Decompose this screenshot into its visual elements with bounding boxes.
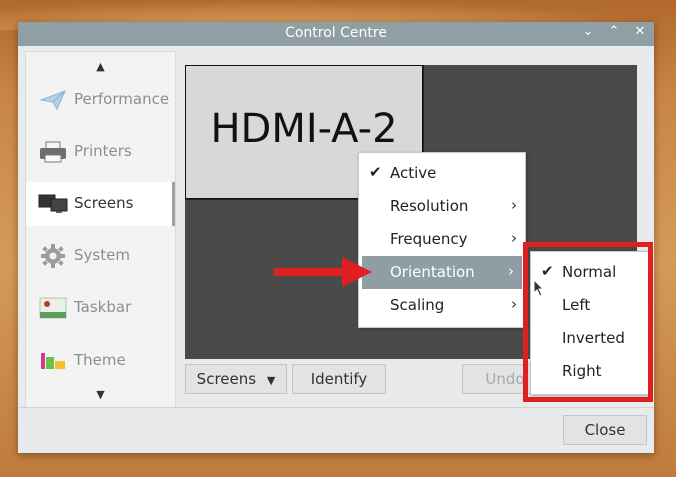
menu-item-orientation[interactable]: Orientation › (362, 256, 522, 289)
menu-item-frequency[interactable]: Frequency › (359, 223, 525, 256)
chevron-right-icon: › (508, 262, 514, 280)
taskbar-icon (39, 297, 67, 319)
printer-icon (40, 141, 66, 163)
sidebar-item-label: System (74, 246, 130, 264)
screens-button-label: Screens (196, 370, 257, 388)
window-title: Control Centre (285, 25, 387, 41)
sidebar-item-label: Screens (74, 194, 134, 212)
sidebar-item-label: Taskbar (74, 298, 132, 316)
paper-plane-icon (39, 90, 66, 111)
chevron-right-icon: › (511, 229, 517, 247)
annotation-arrow-icon (274, 257, 372, 287)
menu-item-scaling[interactable]: Scaling › (359, 289, 525, 322)
sidebar-scroll-up-button[interactable]: ▲ (26, 60, 175, 73)
chevron-right-icon: › (511, 295, 517, 313)
context-menu: ✔ Active Resolution › Frequency › Orient… (358, 152, 526, 328)
sidebar-item-theme[interactable]: Theme (26, 339, 175, 383)
sidebar-item-label: Performance (74, 90, 170, 108)
menu-item-label: Resolution (390, 197, 469, 215)
maximize-button[interactable]: ⌃ (605, 24, 623, 44)
sidebar-item-label: Printers (74, 142, 132, 160)
menu-item-resolution[interactable]: Resolution › (359, 190, 525, 223)
gear-icon (41, 244, 65, 268)
menu-item-label: Scaling (390, 296, 445, 314)
title-bar: Control Centre ⌄ ⌃ ✕ (18, 22, 654, 46)
annotation-highlight-box (523, 242, 653, 402)
menu-item-label: Active (390, 164, 437, 182)
sidebar-item-system[interactable]: System (26, 234, 175, 278)
divider (18, 407, 654, 408)
chevron-right-icon: › (511, 196, 517, 214)
sidebar-item-label: Theme (74, 351, 126, 369)
menu-item-label: Orientation (390, 263, 475, 281)
close-window-button[interactable]: ✕ (631, 24, 649, 44)
sidebar-item-printers[interactable]: Printers (26, 130, 175, 174)
check-icon: ✔ (369, 163, 382, 181)
sidebar-item-screens[interactable]: Screens (26, 182, 175, 226)
identify-button[interactable]: Identify (292, 364, 386, 394)
chevron-down-icon: ▼ (266, 374, 276, 387)
menu-item-active[interactable]: ✔ Active (359, 157, 525, 190)
menu-item-label: Frequency (390, 230, 468, 248)
theme-icon (41, 353, 65, 369)
minimize-button[interactable]: ⌄ (579, 24, 597, 44)
monitors-icon (38, 194, 68, 213)
sidebar: ▲ Performance Printers Screens System Ta… (25, 51, 176, 408)
monitor-label: HDMI-A-2 (210, 106, 398, 152)
selection-indicator (172, 182, 175, 226)
sidebar-item-performance[interactable]: Performance (26, 78, 175, 122)
sidebar-item-taskbar[interactable]: Taskbar (26, 286, 175, 330)
screens-dropdown-button[interactable]: Screens ▼ (185, 364, 287, 394)
close-button[interactable]: Close (563, 415, 647, 445)
sidebar-scroll-down-button[interactable]: ▼ (26, 388, 175, 401)
mouse-cursor-icon (533, 279, 545, 297)
